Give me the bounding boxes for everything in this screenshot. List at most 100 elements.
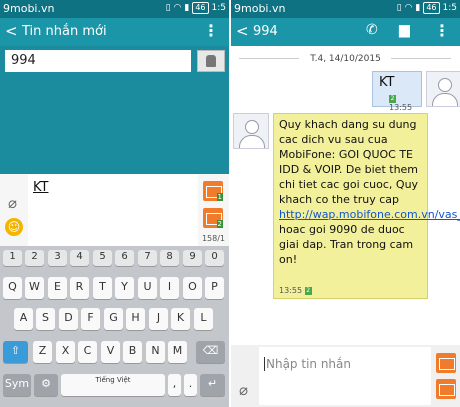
key-p[interactable]: P xyxy=(205,277,224,299)
key-b[interactable]: B xyxy=(123,341,142,363)
key-7[interactable]: 7 xyxy=(138,250,157,266)
key-9[interactable]: 9 xyxy=(183,250,202,266)
incoming-message[interactable]: Quy khach dang su dung cac dich vu sau c… xyxy=(273,113,460,299)
space-key[interactable]: Tiếng Việt xyxy=(61,374,165,396)
incoming-text-1: Quy khach dang su dung cac dich vu sau c… xyxy=(279,118,419,206)
sender-avatar[interactable] xyxy=(233,113,269,149)
keyboard: 1 2 3 4 5 6 7 8 9 0 Q W E R T Y U I O P … xyxy=(0,246,229,407)
message-text: KT xyxy=(33,180,49,195)
comma-key[interactable]: , xyxy=(168,374,181,396)
app-bar: < 994 ✆ ▆ ⋮ xyxy=(231,18,460,46)
key-o[interactable]: O xyxy=(183,277,202,299)
key-2[interactable]: 2 xyxy=(25,250,44,266)
key-a[interactable]: A xyxy=(14,308,33,330)
recipient-input[interactable]: 994 xyxy=(5,50,191,72)
contact-picker-button[interactable] xyxy=(197,50,225,72)
incoming-text-2: hoac goi 9090 de duoc giai dap. Tran tro… xyxy=(279,223,414,266)
key-d[interactable]: D xyxy=(59,308,78,330)
key-f[interactable]: F xyxy=(81,308,100,330)
send-sim1-button[interactable]: 1 xyxy=(203,181,223,201)
sim2-icon: 2 xyxy=(389,94,396,103)
back-arrow-icon[interactable]: < xyxy=(236,22,249,40)
key-s[interactable]: S xyxy=(36,308,55,330)
sym-key[interactable]: Sym xyxy=(3,374,31,396)
key-t[interactable]: T xyxy=(93,277,112,299)
key-n[interactable]: N xyxy=(146,341,165,363)
send-sim2-button[interactable] xyxy=(436,379,456,399)
settings-gear-icon[interactable]: ⚙ xyxy=(34,374,58,396)
attach-icon[interactable]: ⌀ xyxy=(8,194,17,212)
status-bar: 9mobi.vn ▯ ◠ ▮ 46 1:5 xyxy=(0,0,229,18)
app-bar: < Tin nhắn mới ⋮ xyxy=(0,18,229,46)
battery-icon: 46 xyxy=(423,2,440,14)
back-arrow-icon[interactable]: < xyxy=(5,22,18,40)
enter-key[interactable]: ↵ xyxy=(200,374,225,396)
wifi-icon: ◠ xyxy=(173,3,182,13)
char-counter: 158/1 xyxy=(201,234,225,243)
key-m[interactable]: M xyxy=(168,341,187,363)
status-bar: 9mobi.vn ▯ ◠ ▮ 46 1:5 xyxy=(231,0,460,18)
phone-icon[interactable]: ✆ xyxy=(366,22,378,38)
key-1[interactable]: 1 xyxy=(3,250,22,266)
key-k[interactable]: K xyxy=(171,308,190,330)
key-w[interactable]: W xyxy=(25,277,44,299)
key-6[interactable]: 6 xyxy=(115,250,134,266)
key-8[interactable]: 8 xyxy=(160,250,179,266)
message-placeholder: Nhập tin nhắn xyxy=(264,357,351,371)
vibrate-icon: ▯ xyxy=(396,3,402,13)
composer: ⌀ Nhập tin nhắn xyxy=(231,345,460,407)
incoming-time: 13:55 xyxy=(279,286,303,295)
send-sim2-button[interactable]: 2 xyxy=(203,208,223,228)
vibrate-icon: ▯ xyxy=(165,3,171,13)
new-message-screen: 9mobi.vn ▯ ◠ ▮ 46 1:5 < Tin nhắn mới ⋮ 9… xyxy=(0,0,229,407)
key-h[interactable]: H xyxy=(126,308,145,330)
conversation-title: 994 xyxy=(253,24,278,39)
message-input[interactable]: KT xyxy=(28,174,198,246)
date-separator: T.4, 14/10/2015 xyxy=(310,54,381,64)
outgoing-message[interactable]: KT 213:55 xyxy=(372,71,422,112)
period-key[interactable]: . xyxy=(184,374,197,396)
more-options-icon[interactable]: ⋮ xyxy=(434,21,450,41)
key-u[interactable]: U xyxy=(138,277,157,299)
key-x[interactable]: X xyxy=(56,341,75,363)
wifi-icon: ◠ xyxy=(404,3,413,13)
battery-icon: 46 xyxy=(192,2,209,14)
key-v[interactable]: V xyxy=(101,341,120,363)
composer: ⌀ ☺ KT 1 2 158/1 xyxy=(0,174,229,246)
send-sim1-button[interactable] xyxy=(436,353,456,373)
more-options-icon[interactable]: ⋮ xyxy=(203,21,219,41)
key-l[interactable]: L xyxy=(194,308,213,330)
key-z[interactable]: Z xyxy=(33,341,52,363)
key-0[interactable]: 0 xyxy=(205,250,224,266)
key-5[interactable]: 5 xyxy=(93,250,112,266)
signal-icon: ▮ xyxy=(184,3,190,13)
outgoing-time: 13:55 xyxy=(389,103,413,112)
key-e[interactable]: E xyxy=(48,277,67,299)
shift-key[interactable]: ⇧ xyxy=(3,341,28,363)
key-i[interactable]: I xyxy=(160,277,179,299)
clock: 1:5 xyxy=(211,3,226,13)
trash-icon[interactable]: ▆ xyxy=(399,22,410,38)
incoming-link[interactable]: http://wap.mobifone.com.vn/vas_register/ xyxy=(279,208,460,221)
key-g[interactable]: G xyxy=(104,308,123,330)
key-3[interactable]: 3 xyxy=(48,250,67,266)
key-y[interactable]: Y xyxy=(115,277,134,299)
key-r[interactable]: R xyxy=(70,277,89,299)
key-j[interactable]: J xyxy=(149,308,168,330)
sim2-icon: 2 xyxy=(304,286,312,295)
message-input[interactable]: Nhập tin nhắn xyxy=(259,347,431,405)
conversation-screen: 9mobi.vn ▯ ◠ ▮ 46 1:5 < 994 ✆ ▆ ⋮ T.4, 1… xyxy=(231,0,460,407)
outgoing-text: KT xyxy=(379,75,395,90)
emoji-icon[interactable]: ☺ xyxy=(5,218,23,236)
key-4[interactable]: 4 xyxy=(70,250,89,266)
key-q[interactable]: Q xyxy=(3,277,22,299)
attach-icon[interactable]: ⌀ xyxy=(239,381,248,399)
site-watermark: 9mobi.vn xyxy=(3,2,55,15)
my-avatar xyxy=(426,71,460,107)
clock: 1:5 xyxy=(442,3,457,13)
site-watermark: 9mobi.vn xyxy=(234,2,286,15)
key-c[interactable]: C xyxy=(78,341,97,363)
backspace-key[interactable]: ⌫ xyxy=(196,341,225,363)
signal-icon: ▮ xyxy=(415,3,421,13)
page-title: Tin nhắn mới xyxy=(22,24,107,39)
